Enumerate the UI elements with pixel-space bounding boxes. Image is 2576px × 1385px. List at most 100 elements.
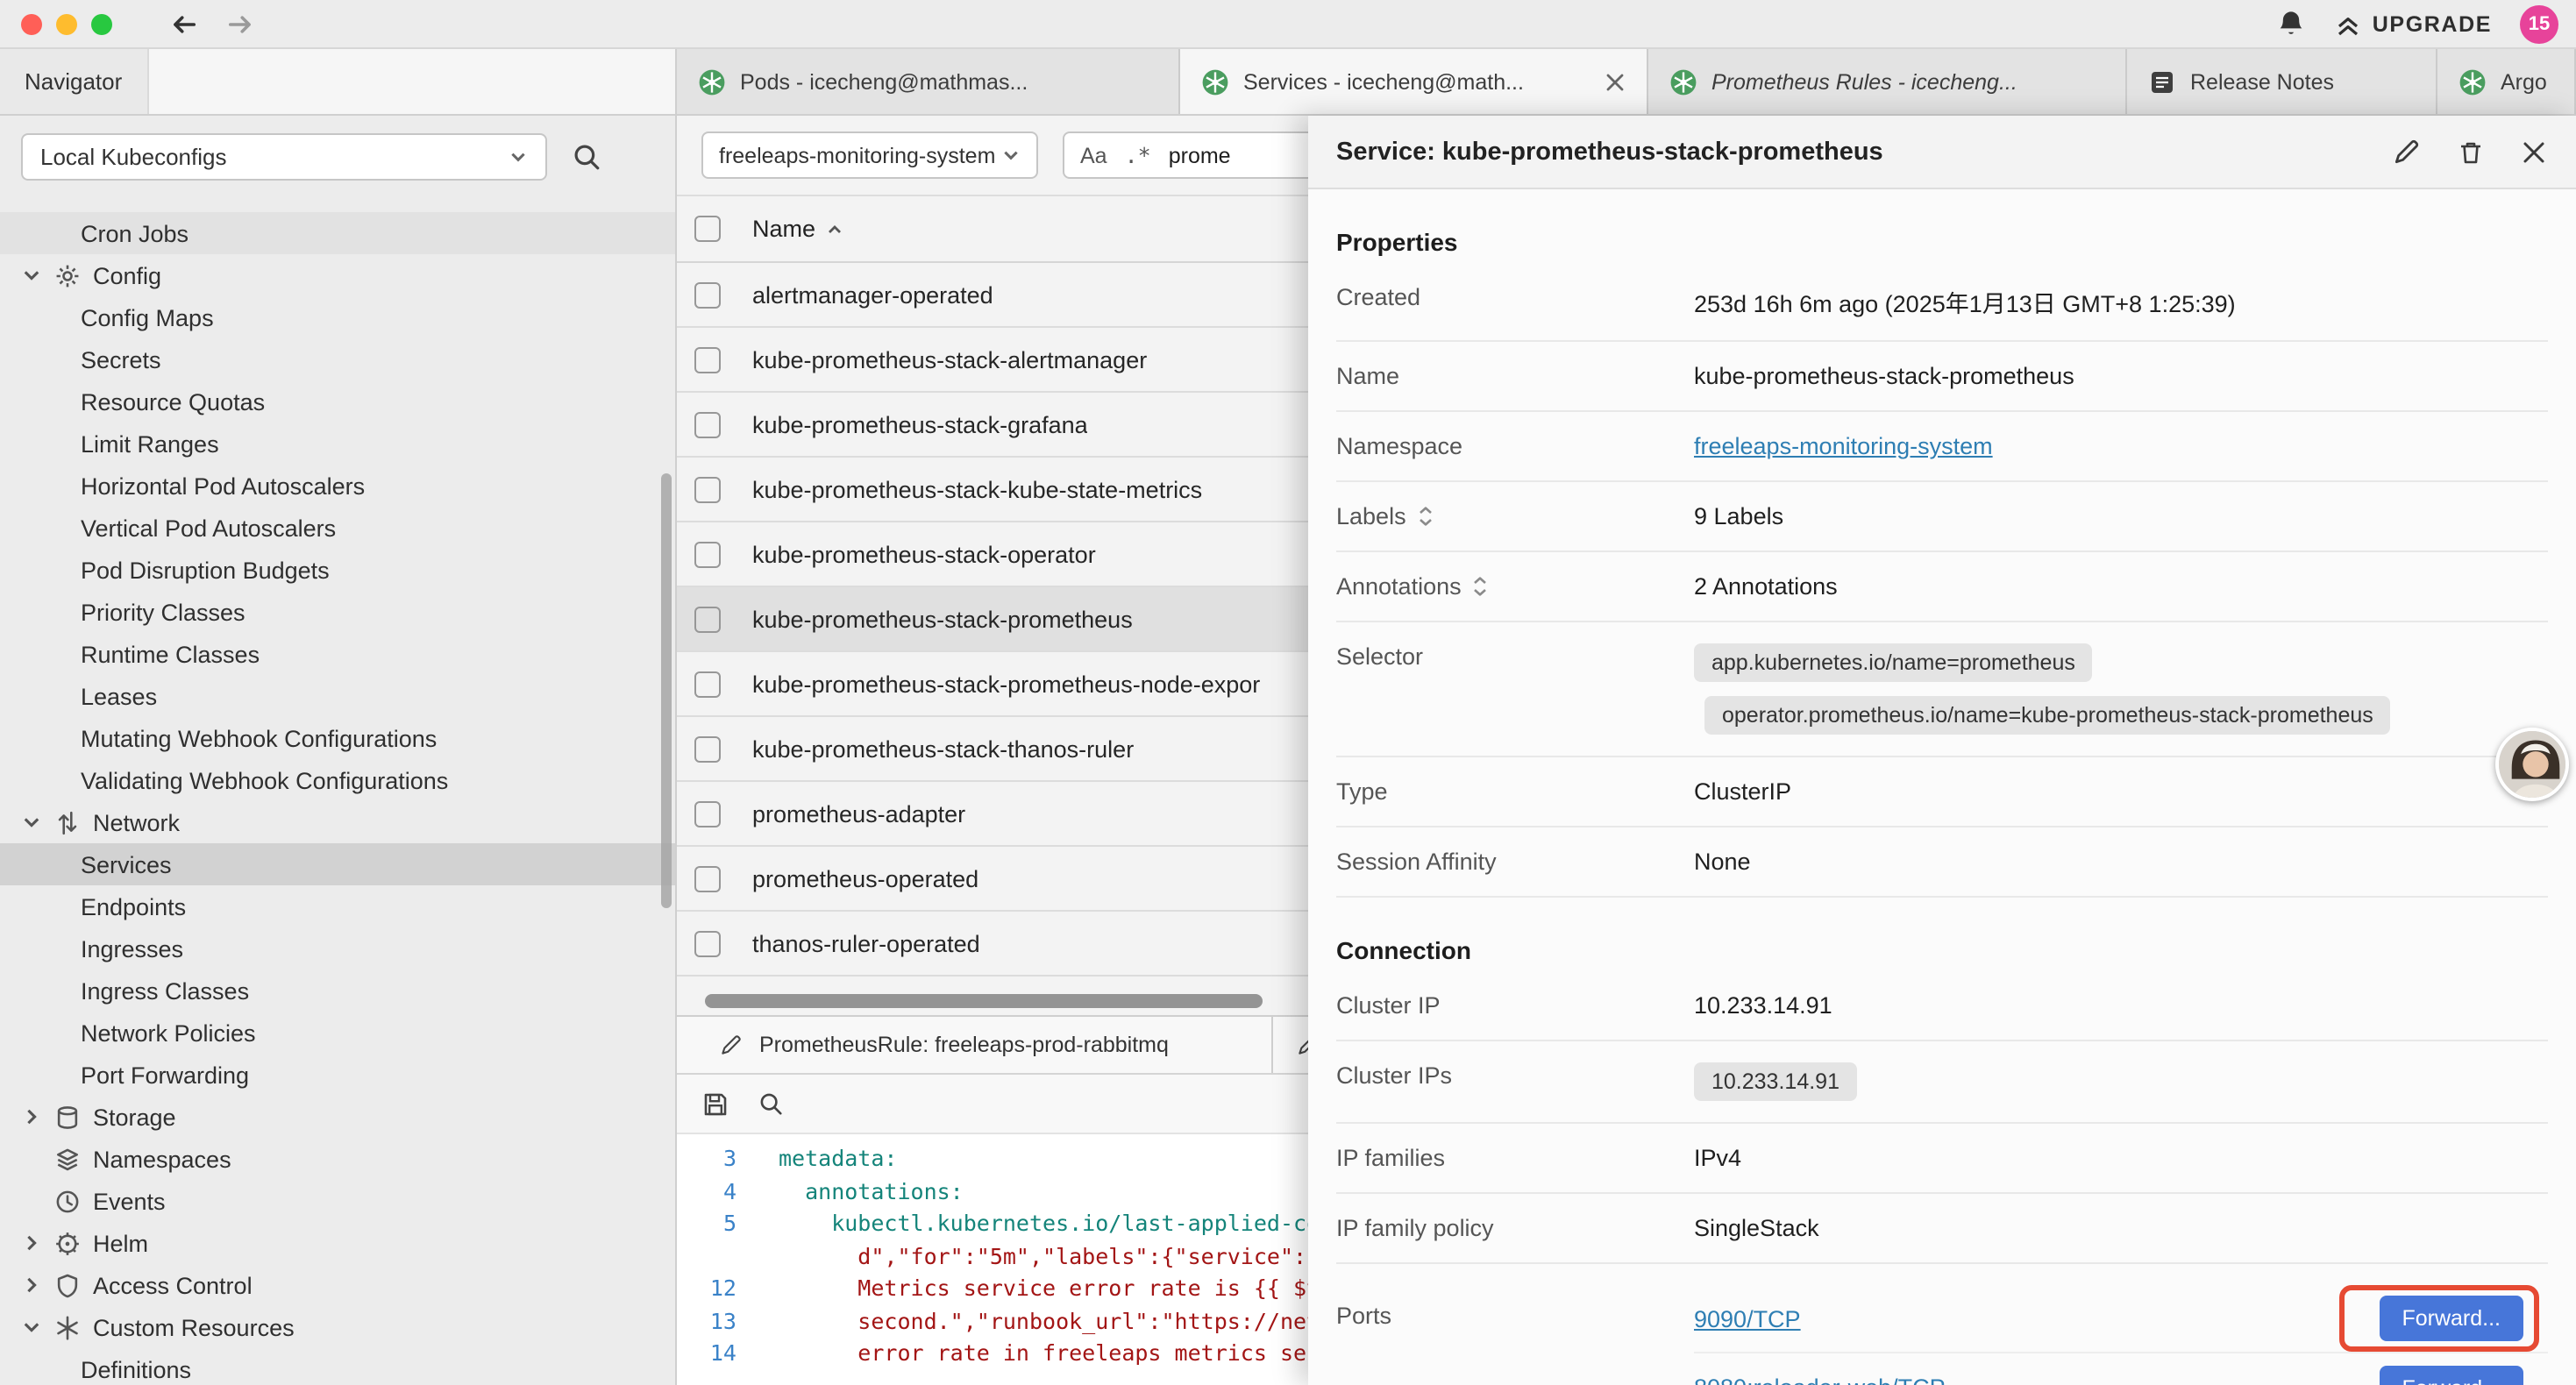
sidebar-item-access-control[interactable]: Access Control [0, 1264, 675, 1306]
sidebar-item-runtime-classes[interactable]: Runtime Classes [0, 633, 675, 675]
zoom-window-button[interactable] [91, 13, 112, 34]
sidebar-item-namespaces[interactable]: Namespaces [0, 1138, 675, 1180]
row-checkbox[interactable] [694, 606, 721, 632]
row-checkbox[interactable] [694, 671, 721, 697]
table-row-selected[interactable]: kube-prometheus-stack-prometheus [677, 587, 1308, 652]
detail-row-namespace: Namespace freeleaps-monitoring-system [1336, 412, 2548, 482]
search-icon[interactable] [572, 142, 601, 172]
tab-release-notes[interactable]: Release Notes [2127, 49, 2437, 114]
scrollbar-thumb[interactable] [705, 994, 1263, 1008]
row-checkbox[interactable] [694, 930, 721, 956]
shield-icon [54, 1272, 81, 1298]
row-checkbox[interactable] [694, 735, 721, 762]
kubeconfig-select[interactable]: Local Kubeconfigs [21, 133, 547, 181]
notification-count-badge[interactable]: 15 [2520, 4, 2558, 43]
row-checkbox[interactable] [694, 800, 721, 827]
kubernetes-cluster-icon [2459, 67, 2487, 96]
match-case-toggle[interactable]: Aa [1080, 143, 1107, 167]
sidebar-item-resource-quotas[interactable]: Resource Quotas [0, 380, 675, 423]
table-row[interactable]: kube-prometheus-stack-operator [677, 522, 1308, 587]
row-checkbox[interactable] [694, 281, 721, 308]
user-avatar[interactable] [2495, 728, 2569, 801]
chevron-down-icon [21, 265, 42, 286]
horizontal-scrollbar[interactable] [698, 994, 1287, 1008]
expand-toggle-icon[interactable] [1472, 575, 1490, 598]
sidebar-item-helm[interactable]: Helm [0, 1222, 675, 1264]
table-row[interactable]: prometheus-operated [677, 847, 1308, 912]
sidebar-item-events[interactable]: Events [0, 1180, 675, 1222]
sidebar-item-ingresses[interactable]: Ingresses [0, 927, 675, 970]
dock-tab-partial[interactable] [1273, 1017, 1308, 1073]
table-row[interactable]: kube-prometheus-stack-kube-state-metrics [677, 458, 1308, 522]
sidebar-item-cron-jobs[interactable]: Cron Jobs [0, 212, 675, 254]
table-row[interactable]: alertmanager-operated [677, 263, 1308, 328]
tab-prometheus-rules[interactable]: Prometheus Rules - icecheng... [1648, 49, 2127, 114]
sidebar-item-endpoints[interactable]: Endpoints [0, 885, 675, 927]
namespace-select[interactable]: freeleaps-monitoring-system [701, 131, 1038, 179]
sort-ascending-icon [826, 220, 843, 238]
upgrade-button[interactable]: UPGRADE [2334, 10, 2492, 38]
sidebar-item-leases[interactable]: Leases [0, 675, 675, 717]
table-row[interactable]: thanos-ruler-operated [677, 912, 1308, 977]
tab-services[interactable]: Services - icecheng@math... [1180, 49, 1648, 114]
port-link-9090[interactable]: 9090/TCP [1694, 1305, 1801, 1332]
regex-toggle[interactable]: .* [1125, 142, 1151, 168]
sidebar-item-config[interactable]: Config [0, 254, 675, 296]
sidebar-item-custom-resources[interactable]: Custom Resources [0, 1306, 675, 1348]
sidebar-item-validating-webhook-configurations[interactable]: Validating Webhook Configurations [0, 759, 675, 801]
forward-icon[interactable] [224, 8, 256, 39]
sidebar-item-priority-classes[interactable]: Priority Classes [0, 591, 675, 633]
sidebar-item-horizontal-pod-autoscalers[interactable]: Horizontal Pod Autoscalers [0, 465, 675, 507]
name-column-header[interactable]: Name [752, 216, 843, 242]
expand-toggle-icon[interactable] [1417, 505, 1434, 528]
line-number: 12 [677, 1273, 754, 1305]
sidebar-item-config-maps[interactable]: Config Maps [0, 296, 675, 338]
row-checkbox[interactable] [694, 865, 721, 891]
edit-pencil-icon[interactable] [2392, 137, 2422, 167]
tab-pods[interactable]: Pods - icecheng@mathmas... [677, 49, 1180, 114]
tab-argo[interactable]: Argo S [2437, 49, 2576, 114]
save-icon[interactable] [701, 1090, 729, 1118]
sidebar-scrollbar[interactable] [661, 473, 672, 908]
row-checkbox[interactable] [694, 476, 721, 502]
table-row[interactable]: prometheus-adapter [677, 782, 1308, 847]
sidebar-item-mutating-webhook-configurations[interactable]: Mutating Webhook Configurations [0, 717, 675, 759]
close-tab-icon[interactable] [1605, 71, 1626, 92]
sidebar-item-services[interactable]: Services [0, 843, 675, 885]
dock-tab-prometheusrule[interactable]: PrometheusRule: freeleaps-prod-rabbitmq [677, 1017, 1273, 1073]
close-icon[interactable] [2520, 138, 2548, 166]
yaml-editor[interactable]: 3metadata: 4 annotations: 5 kubectl.kube… [677, 1134, 1308, 1385]
service-details-panel: Service: kube-prometheus-stack-prometheu… [1308, 116, 2576, 1385]
search-icon[interactable] [758, 1090, 784, 1117]
select-all-checkbox[interactable] [694, 216, 721, 242]
back-icon[interactable] [168, 8, 200, 39]
sidebar-item-ingress-classes[interactable]: Ingress Classes [0, 970, 675, 1012]
sidebar-item-limit-ranges[interactable]: Limit Ranges [0, 423, 675, 465]
trash-icon[interactable] [2457, 138, 2485, 166]
sidebar-item-pod-disruption-budgets[interactable]: Pod Disruption Budgets [0, 549, 675, 591]
sidebar-item-storage[interactable]: Storage [0, 1096, 675, 1138]
forward-button[interactable]: Forward... [2379, 1365, 2523, 1385]
sidebar-item-port-forwarding[interactable]: Port Forwarding [0, 1054, 675, 1096]
sidebar-item-network-policies[interactable]: Network Policies [0, 1012, 675, 1054]
sidebar-item-network[interactable]: Network [0, 801, 675, 843]
search-input[interactable]: Aa .* prome [1063, 131, 1308, 179]
sidebar-item-definitions[interactable]: Definitions [0, 1348, 675, 1385]
row-checkbox[interactable] [694, 411, 721, 437]
minimize-window-button[interactable] [56, 13, 77, 34]
table-row[interactable]: kube-prometheus-stack-thanos-ruler [677, 717, 1308, 782]
forward-button[interactable]: Forward... [2379, 1296, 2523, 1341]
table-row[interactable]: kube-prometheus-stack-alertmanager [677, 328, 1308, 393]
namespace-link[interactable]: freeleaps-monitoring-system [1694, 433, 1993, 459]
notifications-bell-icon[interactable] [2276, 9, 2306, 39]
port-link-8080-reloader-web[interactable]: 8080:reloader-web/TCP [1694, 1374, 1946, 1385]
sidebar-item-secrets[interactable]: Secrets [0, 338, 675, 380]
sidebar-item-vertical-pod-autoscalers[interactable]: Vertical Pod Autoscalers [0, 507, 675, 549]
close-window-button[interactable] [21, 13, 42, 34]
row-checkbox[interactable] [694, 541, 721, 567]
table-row[interactable]: kube-prometheus-stack-grafana [677, 393, 1308, 458]
editor-line: annotations: [754, 1175, 964, 1208]
row-checkbox[interactable] [694, 346, 721, 373]
detail-row-selector: Selector app.kubernetes.io/name=promethe… [1336, 622, 2548, 757]
table-row[interactable]: kube-prometheus-stack-prometheus-node-ex… [677, 652, 1308, 717]
